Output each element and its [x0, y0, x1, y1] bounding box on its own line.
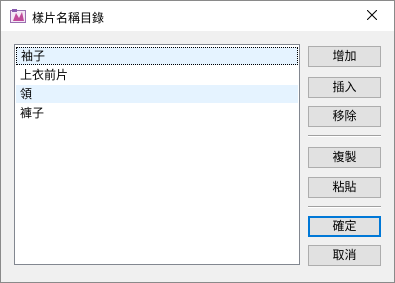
insert-button[interactable]: 插入: [308, 77, 381, 98]
dialog-window: 樣片名稱目錄 袖子 上衣前片 領 褲子 增加 插入 移除 複製 粘貼 確定 取消: [0, 0, 395, 283]
window-title: 樣片名稱目錄: [32, 11, 105, 25]
pattern-app-icon: [10, 9, 26, 23]
list-item[interactable]: 領: [16, 85, 298, 103]
cancel-button[interactable]: 取消: [308, 245, 381, 266]
list-item[interactable]: 袖子: [16, 47, 298, 65]
separator: [308, 206, 381, 208]
separator: [308, 135, 381, 137]
list-item[interactable]: 褲子: [16, 104, 298, 122]
add-button[interactable]: 增加: [308, 46, 381, 67]
title-bar: 樣片名稱目錄: [1, 1, 394, 31]
remove-button[interactable]: 移除: [308, 106, 381, 127]
ok-button[interactable]: 確定: [308, 216, 381, 237]
copy-button[interactable]: 複製: [308, 147, 381, 168]
close-button[interactable]: [349, 1, 394, 31]
list-item[interactable]: 上衣前片: [16, 66, 298, 84]
paste-button[interactable]: 粘貼: [308, 177, 381, 198]
close-icon: [366, 9, 377, 23]
pattern-list[interactable]: 袖子 上衣前片 領 褲子: [14, 44, 300, 265]
